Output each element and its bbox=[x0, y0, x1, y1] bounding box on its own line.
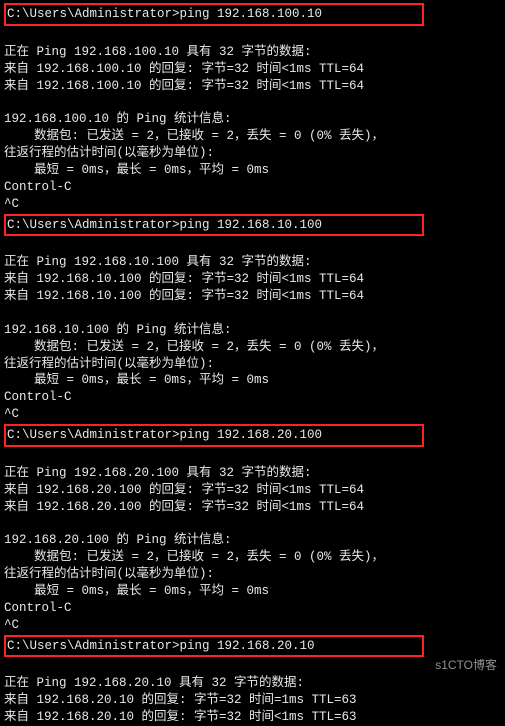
output-line: 往返行程的估计时间(以毫秒为单位): bbox=[4, 145, 501, 162]
output-line bbox=[4, 237, 501, 254]
output-line: 最短 = 0ms，最长 = 0ms，平均 = 0ms bbox=[4, 583, 501, 600]
output-line: 数据包: 已发送 = 2，已接收 = 2，丢失 = 0 (0% 丢失)， bbox=[4, 128, 501, 145]
output-line: ^C bbox=[4, 617, 501, 634]
output-line: 最短 = 0ms，最长 = 0ms，平均 = 0ms bbox=[4, 162, 501, 179]
output-line: ^C bbox=[4, 196, 501, 213]
output-line: 最短 = 0ms，最长 = 0ms，平均 = 0ms bbox=[4, 372, 501, 389]
command-prompt-line: C:\Users\Administrator>ping 192.168.20.1… bbox=[4, 635, 424, 658]
output-line: 来自 192.168.10.100 的回复: 字节=32 时间<1ms TTL=… bbox=[4, 271, 501, 288]
command-prompt-line: C:\Users\Administrator>ping 192.168.20.1… bbox=[4, 424, 424, 447]
output-line: 往返行程的估计时间(以毫秒为单位): bbox=[4, 566, 501, 583]
output-line: 正在 Ping 192.168.10.100 具有 32 字节的数据: bbox=[4, 254, 501, 271]
output-line: Control-C bbox=[4, 179, 501, 196]
output-line bbox=[4, 305, 501, 322]
output-line bbox=[4, 448, 501, 465]
output-line: 往返行程的估计时间(以毫秒为单位): bbox=[4, 356, 501, 373]
output-line: 192.168.10.100 的 Ping 统计信息: bbox=[4, 322, 501, 339]
output-line bbox=[4, 94, 501, 111]
output-line bbox=[4, 658, 501, 675]
output-line: 192.168.100.10 的 Ping 统计信息: bbox=[4, 111, 501, 128]
output-line: 来自 192.168.100.10 的回复: 字节=32 时间<1ms TTL=… bbox=[4, 61, 501, 78]
output-line: 来自 192.168.20.100 的回复: 字节=32 时间<1ms TTL=… bbox=[4, 482, 501, 499]
output-line: 来自 192.168.10.100 的回复: 字节=32 时间<1ms TTL=… bbox=[4, 288, 501, 305]
output-line: Control-C bbox=[4, 600, 501, 617]
command-prompt-line: C:\Users\Administrator>ping 192.168.10.1… bbox=[4, 214, 424, 237]
output-line: 数据包: 已发送 = 2，已接收 = 2，丢失 = 0 (0% 丢失)， bbox=[4, 339, 501, 356]
output-line: 来自 192.168.100.10 的回复: 字节=32 时间<1ms TTL=… bbox=[4, 78, 501, 95]
output-line: 来自 192.168.20.10 的回复: 字节=32 时间=1ms TTL=6… bbox=[4, 692, 501, 709]
output-line bbox=[4, 27, 501, 44]
output-line: ^C bbox=[4, 406, 501, 423]
output-line bbox=[4, 515, 501, 532]
output-line: 正在 Ping 192.168.20.100 具有 32 字节的数据: bbox=[4, 465, 501, 482]
output-line: 数据包: 已发送 = 2，已接收 = 2，丢失 = 0 (0% 丢失)， bbox=[4, 549, 501, 566]
output-line: 192.168.20.100 的 Ping 统计信息: bbox=[4, 532, 501, 549]
output-line: 正在 Ping 192.168.20.10 具有 32 字节的数据: bbox=[4, 675, 501, 692]
terminal-output[interactable]: C:\Users\Administrator>ping 192.168.100.… bbox=[4, 3, 501, 726]
watermark-label: s1CTO博客 bbox=[435, 657, 497, 673]
output-line: 正在 Ping 192.168.100.10 具有 32 字节的数据: bbox=[4, 44, 501, 61]
output-line: 来自 192.168.20.10 的回复: 字节=32 时间<1ms TTL=6… bbox=[4, 709, 501, 726]
output-line: Control-C bbox=[4, 389, 501, 406]
command-prompt-line: C:\Users\Administrator>ping 192.168.100.… bbox=[4, 3, 424, 26]
output-line: 来自 192.168.20.100 的回复: 字节=32 时间<1ms TTL=… bbox=[4, 499, 501, 516]
